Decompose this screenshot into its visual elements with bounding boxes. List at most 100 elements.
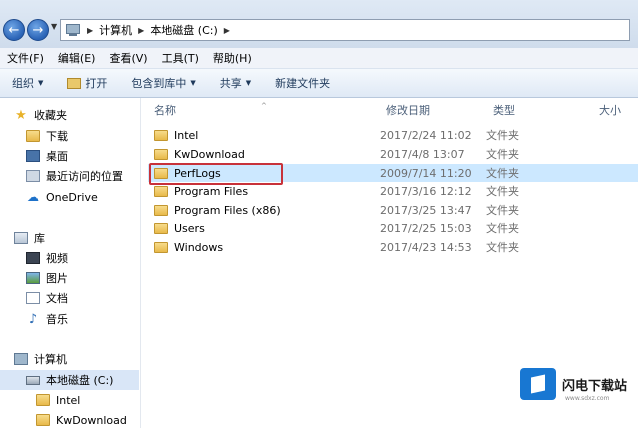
- nav-libraries[interactable]: 库: [14, 228, 45, 248]
- column-header-size[interactable]: 大小: [599, 102, 621, 118]
- breadcrumb-computer[interactable]: 计算机: [99, 22, 132, 38]
- menu-help[interactable]: 帮助(H): [206, 50, 259, 66]
- file-row-windows[interactable]: Windows 2017/4/23 14:53 文件夹: [148, 238, 638, 256]
- watermark-url: www.sdxz.com: [565, 395, 610, 402]
- file-name: Intel: [174, 128, 199, 142]
- include-library-label: 包含到库中: [131, 77, 187, 90]
- nav-label: 库: [34, 232, 45, 245]
- computer-icon: [65, 24, 81, 36]
- nav-label: 桌面: [46, 150, 68, 163]
- toolbar: 组织 ▼ 打开 包含到库中 ▼ 共享 ▼ 新建文件夹: [0, 69, 638, 98]
- folder-icon: [154, 185, 168, 197]
- file-modified: 2009/7/14 11:20: [380, 166, 472, 180]
- nav-label: 计算机: [34, 353, 67, 366]
- file-row-kwdownload[interactable]: KwDownload 2017/4/8 13:07 文件夹: [148, 145, 638, 163]
- video-icon: [26, 252, 40, 264]
- file-name: Program Files (x86): [174, 203, 281, 217]
- column-headers: 名称 ^ 修改日期 类型 大小: [141, 98, 638, 118]
- recent-places-icon: [26, 170, 40, 182]
- address-field[interactable]: ▶ 计算机 ▶ 本地磁盘 (C:) ▶: [60, 19, 630, 41]
- file-modified: 2017/4/8 13:07: [380, 147, 465, 161]
- nav-local-disk[interactable]: 本地磁盘 (C:): [0, 370, 139, 390]
- address-bar: ← → ▼ ▶ 计算机 ▶ 本地磁盘 (C:) ▶: [0, 0, 638, 48]
- menu-edit[interactable]: 编辑(E): [51, 50, 103, 66]
- file-row-intel[interactable]: Intel 2017/2/24 11:02 文件夹: [148, 126, 638, 144]
- organize-button[interactable]: 组织 ▼: [0, 75, 55, 91]
- open-button[interactable]: 打开: [55, 75, 119, 91]
- nav-pictures[interactable]: 图片: [26, 268, 68, 288]
- forward-button[interactable]: →: [27, 19, 49, 41]
- star-icon: ★: [15, 107, 27, 123]
- breadcrumb-separator-icon[interactable]: ▶: [87, 26, 93, 35]
- desktop-icon: [26, 150, 40, 162]
- menu-view[interactable]: 查看(V): [102, 50, 154, 66]
- file-name: Program Files: [174, 184, 249, 198]
- file-type: 文件夹: [486, 222, 519, 235]
- documents-icon: [26, 292, 40, 304]
- computer-icon: [14, 353, 28, 365]
- nav-favorites[interactable]: ★ 收藏夹: [14, 105, 67, 125]
- include-library-button[interactable]: 包含到库中 ▼: [119, 75, 207, 91]
- folder-icon: [154, 222, 168, 234]
- nav-computer[interactable]: 计算机: [14, 349, 67, 369]
- library-icon: [14, 232, 28, 244]
- nav-recent-places[interactable]: 最近访问的位置: [26, 166, 123, 186]
- nav-label: Intel: [56, 393, 81, 407]
- breadcrumb-local-disk[interactable]: 本地磁盘 (C:): [150, 22, 217, 38]
- file-type: 文件夹: [486, 167, 519, 180]
- file-type: 文件夹: [486, 204, 519, 217]
- column-header-type[interactable]: 类型: [493, 102, 515, 118]
- back-button[interactable]: ←: [3, 19, 25, 41]
- nav-documents[interactable]: 文档: [26, 288, 68, 308]
- file-row-users[interactable]: Users 2017/2/25 15:03 文件夹: [148, 219, 638, 237]
- breadcrumb-separator-icon[interactable]: ▶: [224, 26, 230, 35]
- share-label: 共享: [219, 77, 242, 90]
- nav-videos[interactable]: 视频: [26, 248, 68, 268]
- disk-drive-icon: [26, 375, 40, 385]
- file-type: 文件夹: [486, 148, 519, 161]
- column-header-name[interactable]: 名称: [154, 102, 176, 118]
- file-modified: 2017/3/25 13:47: [380, 203, 472, 217]
- open-folder-icon: [67, 77, 82, 89]
- nav-label: 音乐: [46, 313, 68, 326]
- menu-file[interactable]: 文件(F): [0, 50, 51, 66]
- annotation-highlight-box: [149, 163, 283, 185]
- chevron-down-icon: ▼: [245, 79, 252, 87]
- nav-downloads[interactable]: 下载: [26, 126, 68, 146]
- site-logo-icon: [520, 368, 556, 400]
- downloads-folder-icon: [26, 130, 40, 142]
- nav-label: 收藏夹: [34, 109, 67, 122]
- navigation-pane[interactable]: ★ 收藏夹 下载 桌面 最近访问的位置 ☁ OneDrive 库 视频 图片 文…: [0, 98, 141, 428]
- file-modified: 2017/3/16 12:12: [380, 184, 472, 198]
- nav-subfolder-kwdownload[interactable]: KwDownload: [36, 410, 127, 428]
- new-folder-label: 新建文件夹: [275, 77, 331, 90]
- nav-label: 图片: [46, 272, 68, 285]
- folder-icon: [154, 241, 168, 253]
- nav-desktop[interactable]: 桌面: [26, 146, 68, 166]
- share-button[interactable]: 共享 ▼: [208, 75, 263, 91]
- nav-label: OneDrive: [46, 190, 98, 204]
- sort-ascending-icon: ^: [261, 102, 267, 110]
- file-row-program-files-x86[interactable]: Program Files (x86) 2017/3/25 13:47 文件夹: [148, 201, 638, 219]
- history-dropdown-icon[interactable]: ▼: [51, 22, 57, 31]
- folder-icon: [36, 414, 50, 426]
- nav-subfolder-intel[interactable]: Intel: [36, 390, 80, 410]
- menu-tools[interactable]: 工具(T): [155, 50, 206, 66]
- nav-label: 文档: [46, 292, 68, 305]
- nav-label: 最近访问的位置: [46, 170, 123, 183]
- breadcrumb-separator-icon[interactable]: ▶: [138, 26, 144, 35]
- nav-music[interactable]: ♪ 音乐: [26, 309, 68, 329]
- folder-icon: [154, 148, 168, 160]
- nav-label: 本地磁盘 (C:): [46, 374, 114, 387]
- file-name: Windows: [174, 240, 224, 254]
- nav-label: 视频: [46, 252, 68, 265]
- folder-icon: [36, 394, 50, 406]
- pictures-icon: [26, 272, 40, 284]
- file-modified: 2017/4/23 14:53: [380, 240, 472, 254]
- new-folder-button[interactable]: 新建文件夹: [263, 75, 342, 91]
- nav-onedrive[interactable]: ☁ OneDrive: [26, 187, 98, 207]
- cloud-icon: ☁: [27, 190, 39, 204]
- watermark-name: 闪电下载站: [562, 378, 628, 394]
- column-header-modified[interactable]: 修改日期: [386, 102, 430, 118]
- music-icon: ♪: [28, 311, 38, 327]
